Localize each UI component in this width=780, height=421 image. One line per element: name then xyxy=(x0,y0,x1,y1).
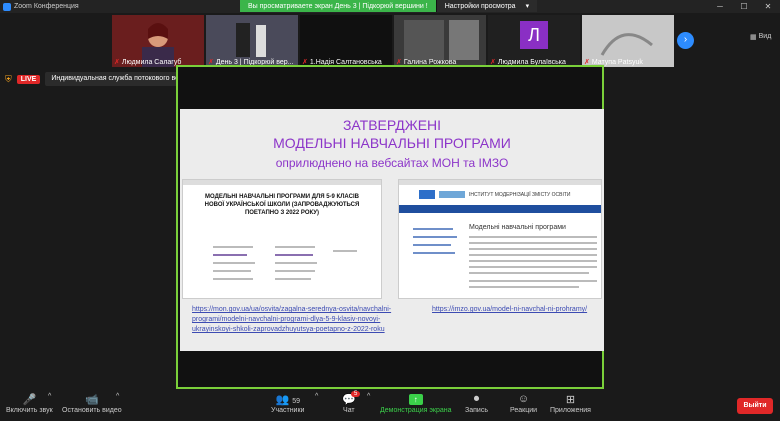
slide-title-line2: МОДЕЛЬНІ НАВЧАЛЬНІ ПРОГРАМИ xyxy=(273,135,511,151)
maximize-button[interactable]: ☐ xyxy=(732,0,756,13)
slide-title-line1: ЗАТВЕРДЖЕНІ xyxy=(342,117,442,133)
grid-icon: ▦ xyxy=(750,34,757,41)
avatar: Л xyxy=(520,21,548,49)
chat-label: Чат xyxy=(343,407,355,414)
record-icon: ⏺ xyxy=(473,393,480,405)
participants-options-button[interactable]: ^ xyxy=(315,393,318,400)
apps-label: Приложения xyxy=(550,407,591,414)
view-options-label: Настройки просмотра xyxy=(444,2,516,10)
shield-icon[interactable]: ⛨ xyxy=(5,74,12,85)
share-screen-icon: ↑ xyxy=(408,394,423,405)
window-controls: ─ ☐ ✕ xyxy=(708,0,780,13)
smiley-icon: ☺ xyxy=(517,393,530,405)
video-camera-icon: 📹 xyxy=(84,394,99,406)
mon-link[interactable]: https://mon.gov.ua/ua/osvita/zagalna-ser… xyxy=(192,305,392,335)
share-screen-button[interactable]: ↑ Демонстрация экрана xyxy=(380,393,452,414)
participant-name: Людмила Салагуб xyxy=(121,58,182,66)
screenshot-heading: МОДЕЛЬНІ НАВЧАЛЬНІ ПРОГРАМИ ДЛЯ 5-9 КЛАС… xyxy=(204,194,360,216)
mic-muted-icon: ✗ xyxy=(114,59,120,66)
participant-tile[interactable]: ✗ Матупа Patsyuk xyxy=(582,15,674,67)
reactions-button[interactable]: ☺ Реакции xyxy=(510,393,537,414)
participants-icon: 👥 xyxy=(275,394,290,406)
app-title: Zoom Конференция xyxy=(0,2,79,11)
chat-options-button[interactable]: ^ xyxy=(367,393,370,400)
mic-muted-icon: 🎤 xyxy=(22,394,37,406)
mon-website-screenshot: МОДЕЛЬНІ НАВЧАЛЬНІ ПРОГРАМИ ДЛЯ 5-9 КЛАС… xyxy=(182,179,382,299)
minimize-button[interactable]: ─ xyxy=(708,0,732,13)
apps-button[interactable]: ⊞ Приложения xyxy=(550,393,591,414)
view-options-button[interactable]: Настройки просмотра ▾ xyxy=(435,0,538,12)
participant-tile[interactable]: ✗ Галина Рожкова xyxy=(394,15,486,67)
stop-video-button[interactable]: 📹 Остановить видео xyxy=(62,393,122,414)
meeting-toolbar: 🎤 Включить звук ^ 📹 Остановить видео ^ 👥… xyxy=(0,390,780,421)
leave-meeting-button[interactable]: Выйти xyxy=(737,398,773,414)
live-badge[interactable]: LIVE xyxy=(16,74,41,84)
share-message: Вы просматриваете экран День 3 | Підкорю… xyxy=(240,0,436,12)
participant-tile[interactable]: Л ✗ Людмила Булаївська xyxy=(488,15,580,67)
slide-title-line3: оприлюднено на вебсайтах МОН та ІМЗО xyxy=(275,156,509,170)
unmute-button[interactable]: 🎤 Включить звук xyxy=(6,393,53,414)
video-options-button[interactable]: ^ xyxy=(116,393,119,400)
participants-label: Участники xyxy=(271,407,305,414)
record-button[interactable]: ⏺ Запись xyxy=(465,393,488,414)
chevron-down-icon: ▾ xyxy=(525,3,530,10)
stop-video-label: Остановить видео xyxy=(62,407,122,414)
share-banner: Вы просматриваете экран День 3 | Підкорю… xyxy=(240,0,538,12)
close-button[interactable]: ✕ xyxy=(756,0,780,13)
participant-tile[interactable]: ✗ Людмила Салагуб xyxy=(112,15,204,67)
apps-icon: ⊞ xyxy=(565,394,576,406)
participant-count: 59 xyxy=(292,398,300,405)
participant-strip: ✗ Людмила Салагуб ✗ День 3 | Підкорюй вер.… xyxy=(0,13,780,68)
window-title: Zoom Конференция xyxy=(14,3,79,10)
unmute-label: Включить звук xyxy=(6,407,53,414)
shared-screen[interactable]: ЗАТВЕРДЖЕНІ МОДЕЛЬНІ НАВЧАЛЬНІ ПРОГРАМИ … xyxy=(176,65,604,389)
imzo-logo-icon xyxy=(419,190,435,199)
record-label: Запись xyxy=(465,407,488,414)
share-screen-label: Демонстрация экрана xyxy=(380,407,452,414)
audio-options-button[interactable]: ^ xyxy=(48,393,51,400)
view-button[interactable]: ▦ Вид xyxy=(750,33,771,41)
chat-unread-badge: 5 xyxy=(351,391,361,397)
imzo-website-screenshot: ІНСТИТУТ МОДЕРНІЗАЦІЇ ЗМІСТУ ОСВІТИ Моде… xyxy=(398,179,602,299)
screenshot-page-title: Модельні навчальні програми xyxy=(469,224,566,231)
zoom-logo-icon xyxy=(3,2,11,11)
reactions-label: Реакции xyxy=(510,407,538,414)
chat-button[interactable]: 💬 5 Чат xyxy=(342,391,361,414)
presentation-slide: ЗАТВЕРДЖЕНІ МОДЕЛЬНІ НАВЧАЛЬНІ ПРОГРАМИ … xyxy=(180,109,604,351)
participant-tile[interactable]: ✗ День 3 | Підкорюй вер... xyxy=(206,15,298,67)
participants-button[interactable]: 👥 59 Участники xyxy=(271,393,304,414)
screenshot-header: ІНСТИТУТ МОДЕРНІЗАЦІЇ ЗМІСТУ ОСВІТИ xyxy=(469,192,571,198)
next-page-button[interactable]: › xyxy=(677,32,694,49)
participant-tile[interactable]: ✗ 1.Надія Салтановська xyxy=(300,15,392,67)
imzo-link[interactable]: https://imzo.gov.ua/model-ni-navchal-ni-… xyxy=(432,305,592,315)
view-label: Вид xyxy=(758,33,772,40)
